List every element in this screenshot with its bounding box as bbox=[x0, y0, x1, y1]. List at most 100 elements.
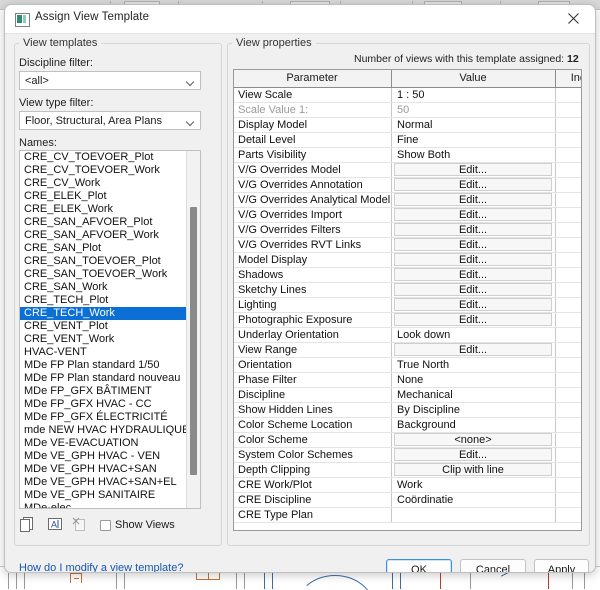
list-item[interactable]: HVAC-VENT bbox=[20, 346, 187, 359]
value-edit-button[interactable]: Edit... bbox=[394, 163, 552, 176]
scrollbar-thumb[interactable] bbox=[190, 207, 197, 475]
apply-button[interactable]: Apply bbox=[534, 559, 589, 572]
value-edit-button[interactable]: Clip with line bbox=[394, 463, 552, 476]
value-cell[interactable]: Clip with line bbox=[391, 463, 554, 477]
table-row[interactable]: View Range Edit... bbox=[234, 343, 581, 358]
value-cell[interactable]: Show Both bbox=[391, 148, 554, 162]
list-item[interactable]: CRE_CV_TOEVOER_Work bbox=[20, 164, 187, 177]
table-row[interactable]: V/G Overrides Annotation Edit... bbox=[234, 178, 581, 193]
table-row[interactable]: Color Scheme <none> bbox=[234, 433, 581, 448]
value-cell[interactable] bbox=[391, 508, 554, 522]
ok-button[interactable]: OK bbox=[386, 559, 452, 572]
table-row[interactable]: Model Display Edit... bbox=[234, 253, 581, 268]
table-row[interactable]: Detail Level Fine bbox=[234, 133, 581, 148]
list-item[interactable]: MDe FP_GFX BÂTIMENT bbox=[20, 385, 187, 398]
table-row[interactable]: Sketchy Lines Edit... bbox=[234, 283, 581, 298]
value-cell[interactable]: By Discipline bbox=[391, 403, 554, 417]
value-cell[interactable]: Edit... bbox=[391, 268, 554, 282]
include-cell[interactable] bbox=[555, 433, 581, 447]
table-row[interactable]: Scale Value 1: 50 bbox=[234, 103, 581, 118]
list-item[interactable]: CRE_SAN_Plot bbox=[20, 242, 187, 255]
list-item[interactable]: MDe VE_GPH SANITAIRE bbox=[20, 489, 187, 502]
cancel-button[interactable]: Cancel bbox=[460, 559, 526, 572]
value-cell[interactable]: Edit... bbox=[391, 178, 554, 192]
include-cell[interactable] bbox=[555, 133, 581, 147]
table-row[interactable]: Color Scheme Location Background bbox=[234, 418, 581, 433]
value-edit-button[interactable]: Edit... bbox=[394, 268, 552, 281]
include-cell[interactable] bbox=[555, 178, 581, 192]
list-item[interactable]: MDe FP_GFX HVAC - CC bbox=[20, 398, 187, 411]
table-row[interactable]: System Color Schemes Edit... bbox=[234, 448, 581, 463]
list-item[interactable]: CRE_SAN_AFVOER_Plot bbox=[20, 216, 187, 229]
value-cell[interactable]: Edit... bbox=[391, 343, 554, 357]
value-edit-button[interactable]: Edit... bbox=[394, 238, 552, 251]
list-item[interactable]: CRE_CV_TOEVOER_Plot bbox=[20, 151, 187, 164]
value-cell[interactable]: Edit... bbox=[391, 193, 554, 207]
include-cell[interactable] bbox=[555, 493, 581, 507]
value-cell[interactable]: True North bbox=[391, 358, 554, 372]
view-template-names-list[interactable]: CRE_CV_TOEVOER_Plot CRE_CV_TOEVOER_Work CR… bbox=[19, 150, 201, 509]
table-row[interactable]: Display Model Normal bbox=[234, 118, 581, 133]
include-cell[interactable] bbox=[555, 328, 581, 342]
value-cell[interactable]: None bbox=[391, 373, 554, 387]
include-cell[interactable] bbox=[555, 268, 581, 282]
include-cell[interactable] bbox=[555, 343, 581, 357]
names-list-scrollbar[interactable] bbox=[186, 151, 200, 508]
include-cell[interactable] bbox=[555, 88, 581, 102]
list-item[interactable]: CRE_ELEK_Plot bbox=[20, 190, 187, 203]
list-item[interactable]: mde NEW HVAC HYDRAULIQUE bbox=[20, 424, 187, 437]
rename-icon[interactable]: A bbox=[46, 516, 64, 533]
table-row[interactable]: Discipline Mechanical bbox=[234, 388, 581, 403]
value-edit-button[interactable]: Edit... bbox=[394, 223, 552, 236]
list-item[interactable]: CRE_ELEK_Work bbox=[20, 203, 187, 216]
list-item[interactable]: CRE_TECH_Work bbox=[20, 307, 187, 320]
list-item[interactable]: CRE_TECH_Plot bbox=[20, 294, 187, 307]
include-cell[interactable] bbox=[555, 478, 581, 492]
value-cell[interactable]: Background bbox=[391, 418, 554, 432]
table-row[interactable]: Lighting Edit... bbox=[234, 298, 581, 313]
value-edit-button[interactable]: Edit... bbox=[394, 253, 552, 266]
names-list-items[interactable]: CRE_CV_TOEVOER_Plot CRE_CV_TOEVOER_Work CR… bbox=[20, 151, 187, 508]
value-edit-button[interactable]: Edit... bbox=[394, 298, 552, 311]
list-item[interactable]: MDe VE_GPH HVAC+SAN bbox=[20, 463, 187, 476]
table-row[interactable]: Photographic Exposure Edit... bbox=[234, 313, 581, 328]
value-cell[interactable]: Edit... bbox=[391, 238, 554, 252]
list-item[interactable]: CRE_VENT_Plot bbox=[20, 320, 187, 333]
list-item[interactable]: CRE_SAN_Work bbox=[20, 281, 187, 294]
list-item[interactable]: MDe VE-EVACUATION bbox=[20, 437, 187, 450]
view-properties-table[interactable]: Parameter Value Include View Scale 1 : 50… bbox=[233, 69, 582, 531]
value-cell[interactable]: Coördinatie bbox=[391, 493, 554, 507]
value-cell[interactable]: 50 bbox=[391, 103, 554, 117]
value-edit-button[interactable]: Edit... bbox=[394, 208, 552, 221]
include-cell[interactable] bbox=[555, 223, 581, 237]
include-cell[interactable] bbox=[555, 238, 581, 252]
list-item[interactable]: MDe FP_GFX ÉLECTRICITÉ bbox=[20, 411, 187, 424]
include-cell[interactable] bbox=[555, 148, 581, 162]
value-cell[interactable]: Work bbox=[391, 478, 554, 492]
value-edit-button[interactable]: Edit... bbox=[394, 178, 552, 191]
value-edit-button[interactable]: Edit... bbox=[394, 313, 552, 326]
value-edit-button[interactable]: Edit... bbox=[394, 448, 552, 461]
value-cell[interactable]: Normal bbox=[391, 118, 554, 132]
include-cell[interactable] bbox=[555, 283, 581, 297]
duplicate-icon[interactable] bbox=[19, 516, 37, 533]
include-cell[interactable] bbox=[555, 508, 581, 522]
value-edit-button[interactable]: Edit... bbox=[394, 193, 552, 206]
close-icon[interactable] bbox=[553, 5, 595, 32]
value-edit-button[interactable]: Edit... bbox=[394, 283, 552, 296]
value-edit-button[interactable]: Edit... bbox=[394, 343, 552, 356]
value-cell[interactable]: Edit... bbox=[391, 283, 554, 297]
table-row[interactable]: Shadows Edit... bbox=[234, 268, 581, 283]
list-item[interactable]: CRE_SAN_TOEVOER_Plot bbox=[20, 255, 187, 268]
include-cell[interactable] bbox=[555, 403, 581, 417]
include-cell[interactable] bbox=[555, 448, 581, 462]
value-cell[interactable]: Fine bbox=[391, 133, 554, 147]
list-item[interactable]: CRE_CV_Work bbox=[20, 177, 187, 190]
include-cell[interactable] bbox=[555, 298, 581, 312]
list-item[interactable]: CRE_SAN_AFVOER_Work bbox=[20, 229, 187, 242]
include-cell[interactable] bbox=[555, 163, 581, 177]
table-row[interactable]: Show Hidden Lines By Discipline bbox=[234, 403, 581, 418]
table-row[interactable]: V/G Overrides RVT Links Edit... bbox=[234, 238, 581, 253]
include-cell[interactable] bbox=[555, 118, 581, 132]
include-cell[interactable] bbox=[555, 388, 581, 402]
